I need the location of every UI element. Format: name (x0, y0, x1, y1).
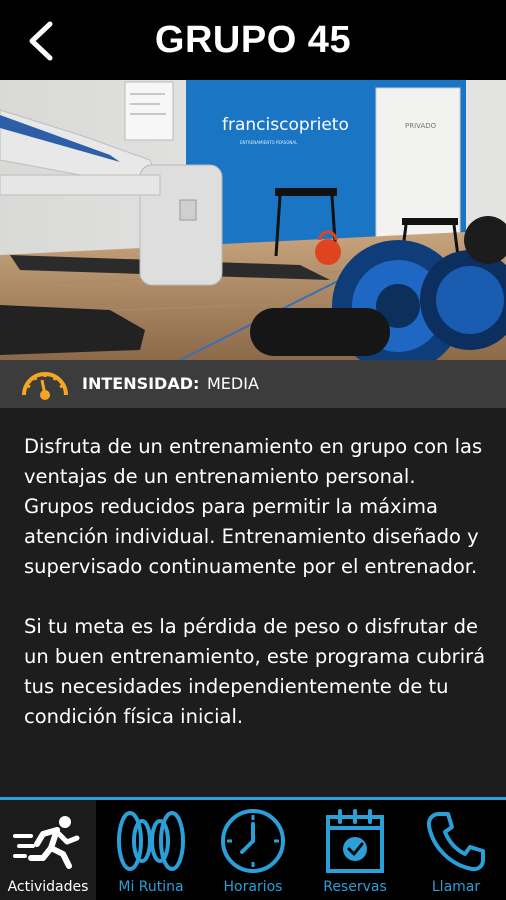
description: Disfruta de un entrenamiento en grupo co… (24, 432, 486, 732)
tab-horarios[interactable]: Horarios (202, 800, 304, 900)
gauge-icon (22, 372, 68, 400)
phone-icon (426, 812, 485, 872)
calendar-check-icon (326, 809, 384, 873)
tab-reservas-label: Reservas (323, 879, 387, 895)
tab-reservas[interactable]: Reservas (304, 800, 406, 900)
wall-brand-sub: ENTRENAMIENTO PERSONAL (240, 140, 298, 145)
wall-brand: franciscoprieto (222, 115, 349, 135)
tab-llamar-label: Llamar (431, 879, 481, 895)
clock-icon (221, 809, 285, 873)
tab-horarios-label: Horarios (223, 879, 283, 895)
header-bar: GRUPO 45 (0, 0, 506, 80)
intensity-label: INTENSIDAD: (82, 374, 200, 393)
door-sign: PRIVADO (405, 122, 437, 130)
hero-image: PRIVADO franciscoprieto ENTRENAMIENTO PE… (0, 80, 506, 360)
tab-mi-rutina-label: Mi Rutina (118, 879, 184, 895)
intensity-value: MEDIA (207, 374, 259, 393)
page-title: GRUPO 45 (154, 19, 352, 61)
tab-llamar[interactable]: Llamar (406, 800, 506, 900)
runner-icon (13, 816, 80, 869)
bottom-tab-bar: Actividades Mi Rutina Horarios Reservas … (0, 797, 506, 900)
weights-icon (117, 811, 185, 871)
description-paragraph-1: Disfruta de un entrenamiento en grupo co… (24, 435, 483, 578)
description-paragraph-2: Si tu meta es la pérdida de peso o disfr… (24, 615, 486, 728)
intensity-bar: INTENSIDAD: MEDIA (0, 360, 506, 408)
tab-actividades[interactable]: Actividades (0, 800, 96, 900)
tab-mi-rutina[interactable]: Mi Rutina (100, 800, 202, 900)
tab-actividades-label: Actividades (7, 879, 89, 895)
